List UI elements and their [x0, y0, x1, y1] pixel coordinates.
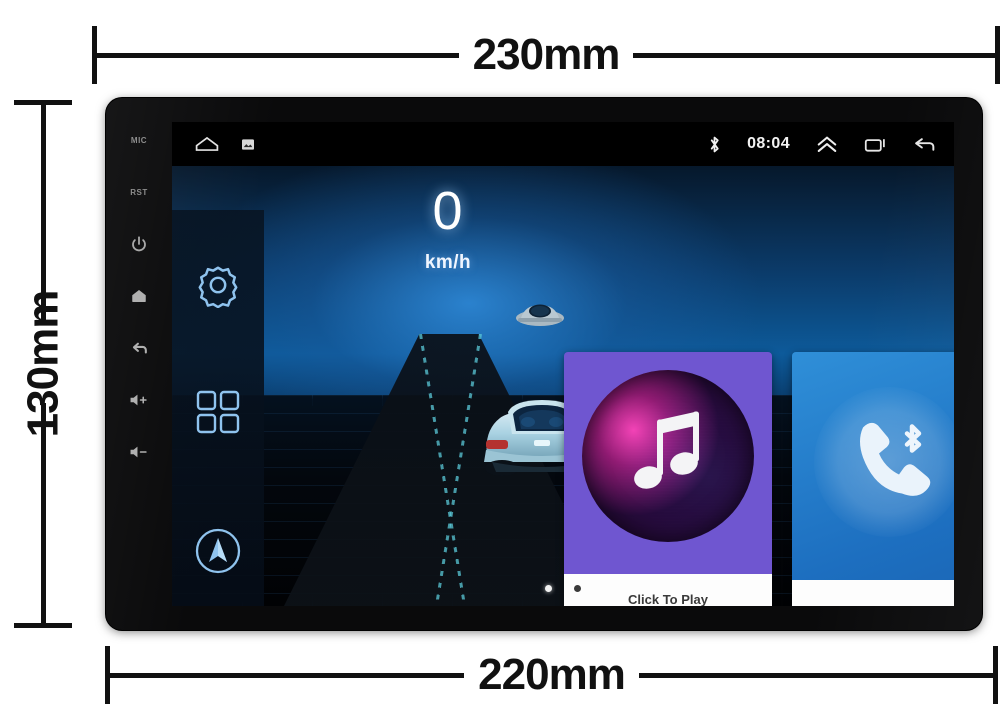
navigation-arrow-icon — [193, 526, 243, 581]
touchscreen[interactable]: 08:04 0 km/h Click To Play — [172, 122, 954, 606]
sidebar-item-navigation[interactable] — [193, 526, 243, 581]
dimension-label-bottom: 220mm — [478, 650, 626, 699]
dimension-line-left — [97, 52, 459, 58]
dimension-line-right — [633, 52, 996, 58]
music-status-text: Click To Play — [628, 591, 708, 607]
power-icon — [130, 235, 148, 253]
dimension-line-right-b — [638, 672, 994, 678]
mic-label-text: MIC — [130, 135, 148, 145]
recent-apps-icon[interactable] — [864, 135, 887, 154]
volume-up-button[interactable] — [119, 374, 159, 426]
volume-down-button[interactable] — [119, 426, 159, 478]
dimension-height-left: 130mm — [8, 100, 78, 628]
power-button[interactable] — [119, 218, 159, 270]
dimension-cap-bottom — [14, 623, 72, 628]
music-widget[interactable]: Click To Play — [564, 352, 772, 606]
chevron-double-up-icon[interactable] — [816, 135, 838, 154]
apps-grid-icon — [195, 389, 241, 440]
speed-value: 0 — [432, 181, 464, 241]
sidebar-item-apps[interactable] — [195, 389, 241, 440]
settings-gear-icon — [195, 262, 241, 313]
status-bar-left — [194, 135, 254, 153]
device-bezel-buttons: MIC RST — [106, 98, 172, 630]
dimension-width-bottom: 220mm — [105, 640, 999, 710]
mic-label: MIC — [119, 114, 159, 166]
album-art — [582, 370, 754, 542]
screenshot-icon[interactable] — [242, 138, 254, 150]
page-indicator — [172, 585, 954, 592]
dimension-label-top: 230mm — [472, 30, 621, 79]
volume-down-icon — [129, 444, 149, 460]
bluetooth-widget-footer: Bluetooth — [792, 580, 954, 606]
dimension-width-top: 230mm — [92, 20, 1000, 90]
status-bar: 08:04 — [172, 122, 954, 166]
bluetooth-icon — [708, 135, 721, 154]
speed-unit: km/h — [424, 252, 472, 273]
left-dock — [172, 210, 264, 606]
status-bar-right: 08:04 — [708, 135, 936, 154]
home-screen-wallpaper: 0 km/h Click To Play — [172, 166, 954, 606]
sidebar-item-settings[interactable] — [195, 262, 241, 313]
dimension-line-left-b — [110, 672, 465, 678]
status-bar-clock: 08:04 — [747, 135, 790, 152]
home-button[interactable] — [119, 270, 159, 322]
back-arrow-icon[interactable] — [913, 135, 936, 154]
car-head-unit-device: MIC RST 08:04 0 km/h Click To Play — [106, 98, 982, 630]
speedometer: 0 km/h — [368, 184, 528, 274]
reset-label: RST — [119, 166, 159, 218]
bluetooth-widget[interactable]: Bluetooth — [792, 352, 954, 606]
page-dot-active[interactable] — [545, 585, 552, 592]
bluetooth-phone-icon — [841, 414, 937, 511]
distant-car-graphic — [512, 294, 568, 328]
volume-up-icon — [129, 392, 149, 408]
home-icon[interactable] — [194, 135, 220, 153]
music-note-icon — [627, 410, 709, 503]
dimension-cap-right-b — [993, 646, 999, 704]
reset-label-text: RST — [130, 187, 148, 197]
back-arrow-icon — [130, 339, 149, 358]
back-button[interactable] — [119, 322, 159, 374]
dimension-cap-right — [995, 26, 1000, 84]
dimension-label-left: 130mm — [18, 290, 68, 438]
page-dot-inactive[interactable] — [574, 585, 581, 592]
home-icon — [130, 287, 148, 305]
